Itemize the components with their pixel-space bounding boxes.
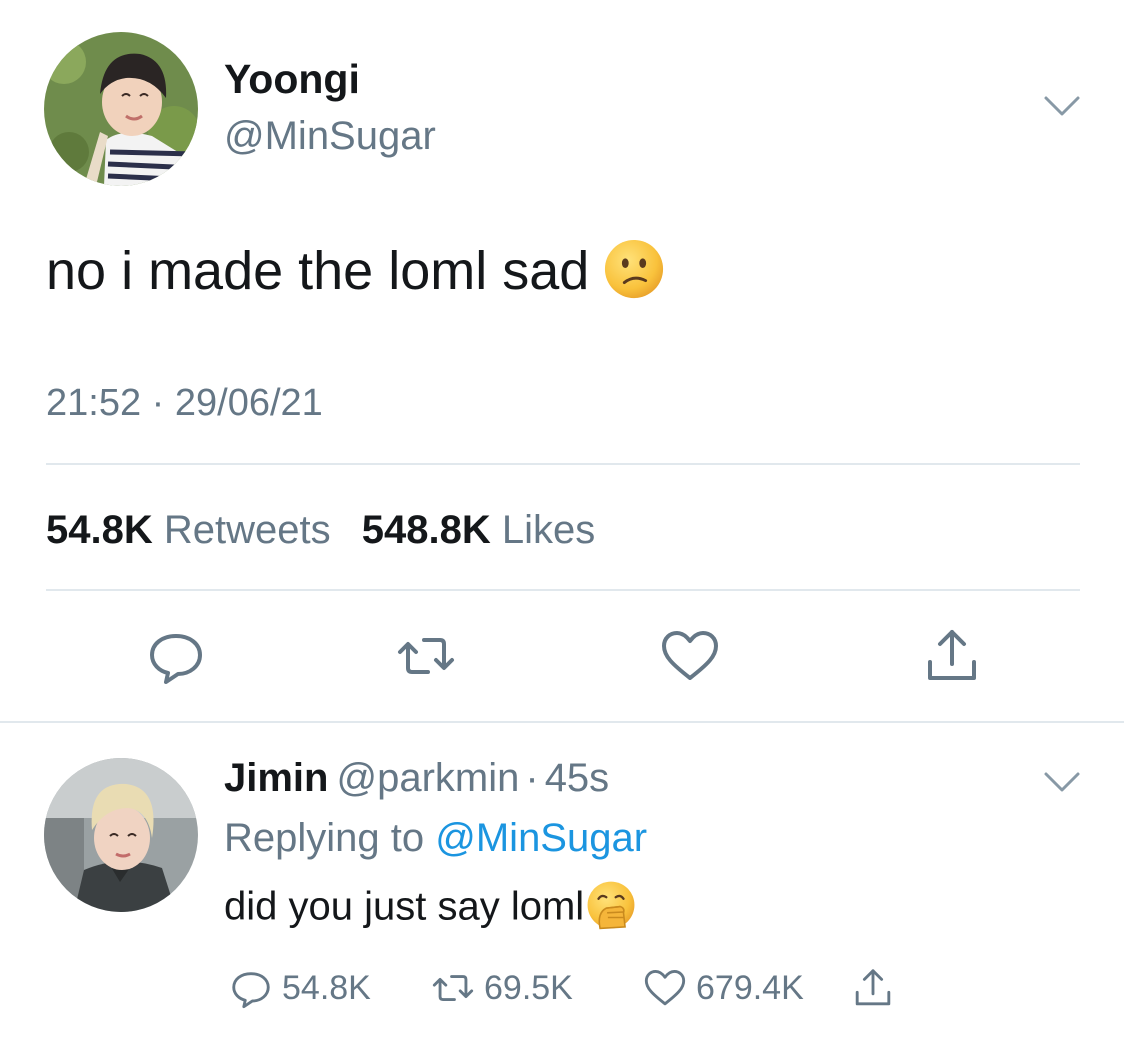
likes-label[interactable]: Likes [502,508,595,552]
retweets-label[interactable]: Retweets [164,508,331,552]
retweet-icon [432,975,474,1001]
likes-count[interactable]: 548.8K [362,508,491,552]
hand-over-mouth-icon [587,881,635,930]
replying-to: Replying to @MinSugar [224,816,647,861]
share-icon [855,969,891,1006]
reply-button[interactable] [144,624,208,688]
reply-icon [232,972,270,1009]
reply-actions: 54.8K 69.5K 679.4K [224,964,1024,1012]
tweet-stats: 54.8K Retweets 548.8K Likes [46,508,615,553]
reply-body: did you just say loml [224,884,585,929]
retweet-button[interactable]: 69.5K [430,964,573,1012]
like-count: 679.4K [696,968,804,1007]
retweet-count: 69.5K [484,968,573,1007]
separator: · [525,756,539,800]
reply-tweet[interactable]: Jimin @parkmin · 45s Replying to @MinSugar … [0,724,1124,1037]
retweets-count[interactable]: 54.8K [46,508,153,552]
divider [46,589,1080,591]
reply-time[interactable]: 45s [545,756,610,800]
divider [46,463,1080,465]
avatar-photo-icon [44,758,198,912]
divider [0,721,1124,723]
share-button[interactable] [920,624,984,688]
reply-author-name[interactable]: Jimin [224,756,328,800]
author-handle[interactable]: @MinSugar [224,114,436,159]
confused-face-icon [605,239,664,298]
author-name[interactable]: Yoongi [224,56,360,103]
reply-author-handle[interactable]: @parkmin [336,756,519,800]
avatar-photo-icon [44,32,198,186]
retweet-icon [398,638,454,674]
share-button[interactable] [850,964,904,1012]
like-button[interactable] [658,624,722,688]
reply-text: did you just say loml [224,881,636,934]
reply-button[interactable]: 54.8K [228,964,371,1012]
heart-icon [644,970,686,1006]
like-button[interactable]: 679.4K [642,964,804,1012]
reply-icon [150,634,202,684]
heart-icon [662,631,718,680]
replying-prefix: Replying to [224,816,425,860]
replying-to-link[interactable]: @MinSugar [435,816,647,860]
chevron-down-icon[interactable] [1042,768,1082,796]
reply-author-avatar[interactable] [44,758,198,912]
tweet-text: no i made the loml sad [46,239,665,306]
author-avatar[interactable] [44,32,198,186]
chevron-down-icon[interactable] [1042,92,1082,120]
reply-header: Jimin @parkmin · 45s [224,756,609,801]
main-tweet: Yoongi @MinSugar no i made the loml sad … [0,0,1124,722]
reply-count: 54.8K [282,968,371,1007]
share-icon [928,630,976,680]
retweet-button[interactable] [394,624,458,688]
tweet-timestamp[interactable]: 21:52 · 29/06/21 [46,382,323,425]
tweet-body: no i made the loml sad [46,241,590,301]
